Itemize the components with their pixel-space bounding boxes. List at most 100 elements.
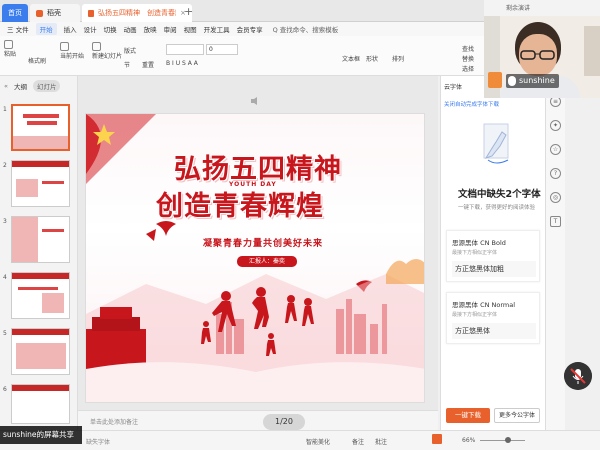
select-label: 选择 [462,66,475,73]
zoom-slider-knob[interactable] [505,437,511,443]
reset-button[interactable]: 重置 [142,60,154,69]
replace-button[interactable]: 替换 [462,54,474,63]
find-label: 查找 [462,46,475,53]
font-card[interactable]: 思源黑体 CN Bold 最接下方相似正字体 方正悠黑体加粗 [446,230,540,282]
outline-tab[interactable]: 大纲 [14,81,27,91]
menu-review[interactable]: 审阅 [164,24,177,34]
thumb-image [16,343,66,369]
font-name: 思源黑体 CN Bold [452,239,506,247]
font-name-input[interactable] [166,44,204,55]
menu-slideshow[interactable]: 放映 [144,24,157,34]
thumb-title [23,114,59,118]
font-name: 思源黑体 CN Normal [452,301,516,309]
slide-thumbnail[interactable] [11,160,70,207]
from-current-button[interactable]: 当前开始 [60,42,84,60]
font-format-row: B I U S A A [166,60,198,67]
slides-tab[interactable]: 幻灯片 [32,80,61,92]
slide-thumbnail[interactable] [11,216,70,263]
slide-reporter: 汇报人：秦奕 [237,256,297,267]
slide-thumbnail[interactable] [11,272,70,319]
thumb-band [12,273,69,279]
video-door [584,26,600,76]
collapse-icon[interactable]: « [4,82,8,90]
play-icon [60,42,69,51]
menu-developer[interactable]: 开发工具 [204,24,230,34]
tab-docer[interactable]: 稻壳 [30,4,80,22]
textbox-button[interactable]: 文本框 [342,54,360,63]
video-status-bar: 剩余演讲 [484,0,600,16]
tab-document[interactable]: 弘扬五四精神 创造青春辉煌× [82,4,192,22]
thumb-image [42,293,64,313]
thumb-number: 6 [3,386,7,393]
menu-transition[interactable]: 切换 [104,24,117,34]
thumb-text [42,181,64,184]
menu-member[interactable]: 会员专享 [237,24,263,34]
thumb-band [12,329,69,335]
mic-icon [508,75,516,86]
ppt-icon [88,9,95,17]
layout-button[interactable]: 版式 [124,46,136,55]
participant-glasses [520,50,555,60]
textbox-label: 文本框 [342,56,361,63]
shape-button[interactable]: 形状 [366,54,378,63]
font-sample: 方正悠黑体加粗 [452,261,536,277]
thumb-image [16,179,38,197]
menu-view[interactable]: 视图 [184,24,197,34]
wand-icon[interactable]: ✦ [550,120,561,131]
thumb-band [12,385,69,391]
download-fonts-button[interactable]: 一键下载 [446,408,490,423]
find-button[interactable]: 查找 [462,44,474,53]
thumbnail-list: 1 2 3 4 5 6 [0,98,78,430]
command-search[interactable]: Q 查找命令、搜索模板 [273,24,339,34]
new-slide-button[interactable]: 新建幻灯片 [92,42,122,60]
slide-canvas[interactable]: 弘扬五四精神 YOUTH DAY 创造青春辉煌 凝聚青春力量共创美好未来 汇报人… [85,113,425,403]
participant-name: sunshine [519,76,555,85]
font-icon[interactable]: T [550,216,561,227]
right-icon-bar: ≡ ✦ ☆ ? ◎ T [545,76,565,430]
more-fonts-button[interactable]: 更多今公字体 [494,408,540,423]
tab-home-label: 首页 [8,9,22,17]
auto-download-link[interactable]: 关闭自动完成字体下载 [444,100,499,108]
slide-title-line2: 创造青春辉煌 [156,191,324,222]
tab-home[interactable]: 首页 [2,4,28,22]
page-counter: 1/20 [263,414,305,430]
font-size-input[interactable]: 0 [206,44,238,55]
slide-thumbnail[interactable] [11,104,70,151]
menu-start[interactable]: 开始 [35,23,57,35]
participant-label: sunshine [506,74,559,88]
select-button[interactable]: 选择 [462,64,474,73]
docer-icon [36,9,43,17]
format-brush-button[interactable]: 格式刷 [28,56,46,65]
thumb-number: 3 [3,218,7,225]
annotation-toggle[interactable]: 批注 [375,437,387,446]
missing-font-status[interactable]: 缺失字体 [86,437,110,446]
status-text: 剩余演讲 [506,5,531,12]
font-card[interactable]: 思源黑体 CN Normal 最接下方相似正字体 方正悠黑体 [446,292,540,344]
new-tab-button[interactable]: + [184,5,193,18]
zoom-slider[interactable] [480,440,525,441]
notes-placeholder[interactable]: 单击此处添加备注 [90,417,138,426]
beautify-button[interactable]: 智能美化 [306,437,330,446]
zoom-level: 66% [462,437,476,444]
missing-font-subtitle: 一键下载，获得更好的阅读体验 [458,205,536,211]
slide-subtitle: 凝聚青春力量共创美好未来 [203,239,324,249]
layout-label: 版式 [124,48,137,55]
menu-animation[interactable]: 动画 [124,24,137,34]
arrange-button[interactable]: 排列 [392,54,404,63]
star-icon[interactable]: ☆ [550,144,561,155]
section-button[interactable]: 节 [124,60,130,69]
mic-muted-icon[interactable] [564,362,592,390]
notes-toggle[interactable]: 备注 [352,437,364,446]
menu-file[interactable]: 三 文件 [7,24,29,34]
slide-thumbnail[interactable] [11,328,70,375]
help-icon[interactable]: ? [550,168,561,179]
side-tabs: « 大纲 幻灯片 [0,76,78,96]
location-icon[interactable]: ◎ [550,192,561,203]
slideshow-play-button[interactable] [432,434,442,444]
thumb-title [27,121,57,125]
menu-design[interactable]: 设计 [84,24,97,34]
new-slide-label: 新建幻灯片 [92,53,123,60]
menu-insert[interactable]: 插入 [64,24,77,34]
paste-button[interactable]: 粘贴 [4,40,16,58]
slide-thumbnail[interactable] [11,384,70,424]
